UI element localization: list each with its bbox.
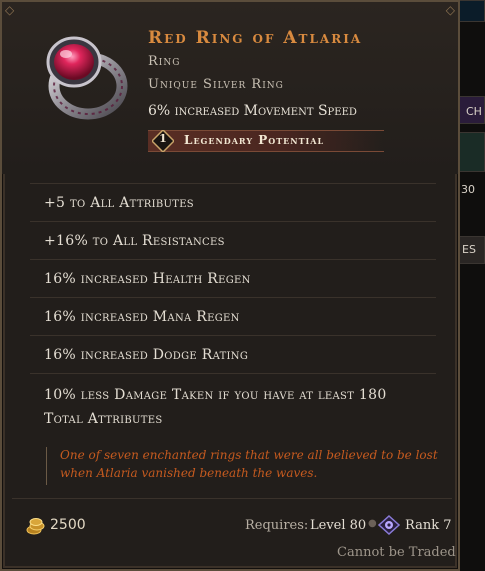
item-price: 2500 xyxy=(50,517,86,533)
divider xyxy=(30,297,436,298)
required-rank: Rank 7 xyxy=(405,518,452,533)
divider xyxy=(30,373,436,374)
background-block: CH xyxy=(459,96,485,124)
gold-coins-icon xyxy=(26,518,45,535)
red-ring-icon xyxy=(46,36,128,120)
background-label: CH xyxy=(466,105,482,118)
footer-divider xyxy=(12,498,452,499)
lore-accent-bar xyxy=(46,447,47,485)
affix-line: +5 to All Attributes xyxy=(44,195,194,211)
lore-text: One of seven enchanted rings that were a… xyxy=(60,448,438,480)
background-block: ES xyxy=(459,236,485,264)
affix-line: 16% increased Dodge Rating xyxy=(44,347,249,363)
item-tooltip: ◇ ◇ Red Ring of Atlaria Ring Unique Silv… xyxy=(0,0,460,571)
corner-ornament-icon: ◇ xyxy=(445,3,455,17)
affix-line: 16% increased Health Regen xyxy=(44,271,251,287)
affix-line-continued: Total Attributes xyxy=(44,411,163,427)
item-base-type: Unique Silver Ring xyxy=(148,77,284,92)
background-block xyxy=(459,132,485,172)
corner-ornament-icon: ◇ xyxy=(5,3,15,17)
trade-status: Cannot be Traded xyxy=(337,545,456,560)
divider xyxy=(30,221,436,222)
background-block xyxy=(459,0,485,22)
affix-line: 16% increased Mana Regen xyxy=(44,309,240,325)
divider xyxy=(30,335,436,336)
required-level: Level 80 xyxy=(310,518,367,533)
background-label: ES xyxy=(462,243,476,256)
item-name: Red Ring of Atlaria xyxy=(148,28,363,48)
separator-dot: ● xyxy=(368,518,377,529)
legendary-potential-value: 1 xyxy=(159,132,167,145)
rank-eye-icon xyxy=(378,515,400,535)
item-type: Ring xyxy=(148,54,181,69)
divider xyxy=(30,259,436,260)
legendary-potential-label: Legendary Potential xyxy=(184,133,325,147)
background-label: 30 xyxy=(461,183,475,196)
affix-line: 10% less Damage Taken if you have at lea… xyxy=(44,387,387,403)
requires-label: Requires: xyxy=(245,518,309,533)
affix-line: +16% to All Resistances xyxy=(44,233,225,249)
divider xyxy=(30,183,436,184)
implicit-modifier: 6% increased Movement Speed xyxy=(148,103,357,119)
